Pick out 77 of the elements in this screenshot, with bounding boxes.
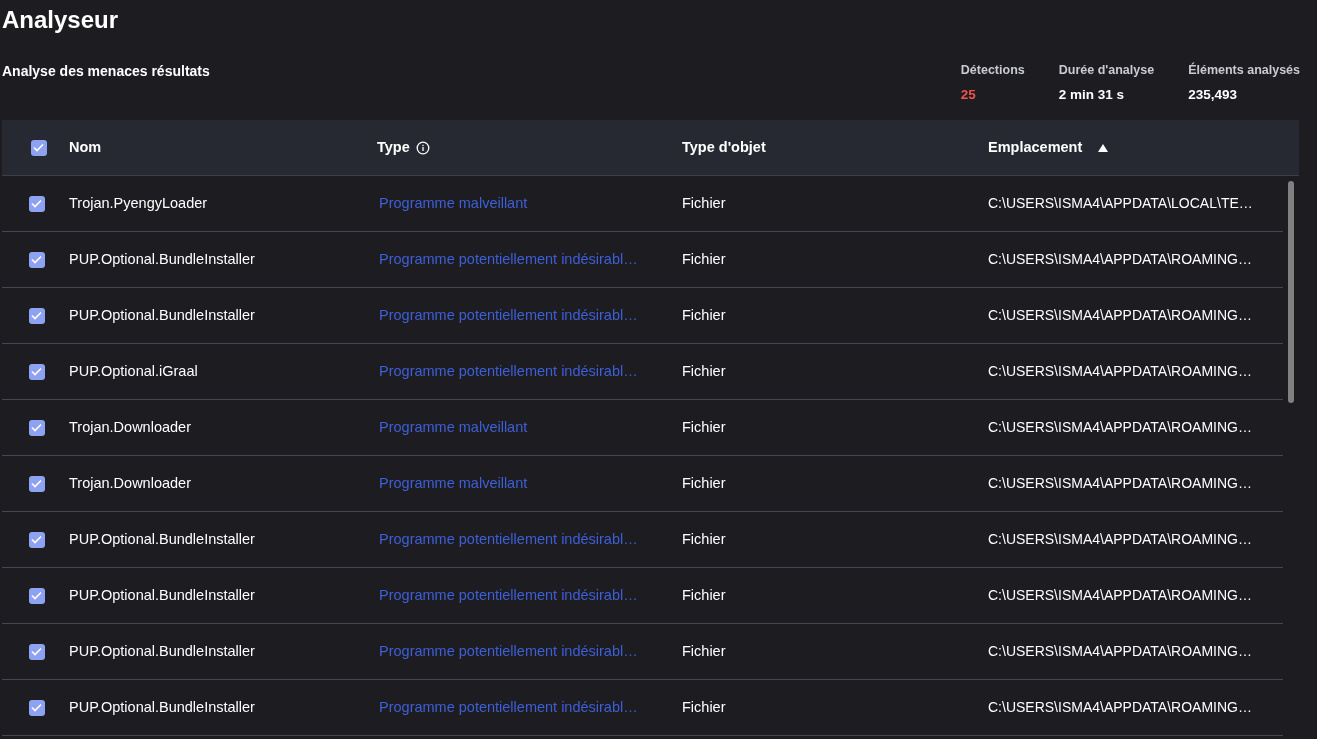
table-row[interactable]: PUP.Optional.BundleInstaller Programme potentiellement indésirabl… Fichier C:\USERS\ISMA4\APPDATA\ROAMING… — [2, 568, 1283, 624]
table-cell-text: PUP.Optional.BundleInstaller — [69, 305, 256, 325]
table-cell-text: Fichier — [682, 585, 727, 605]
checkmark-icon — [31, 591, 42, 600]
table-row[interactable]: PUP.Optional.BundleInstaller Programme potentiellement indésirabl… Fichier C:\USERS\ISMA4\APPDATA\ROAMING… — [2, 288, 1283, 344]
checkbox[interactable] — [28, 531, 45, 548]
checkmark-icon — [31, 703, 42, 712]
table-cell-text: PUP.Optional.BundleInstaller — [69, 249, 256, 269]
table-cell-text: PUP.Optional.BundleInstaller — [69, 641, 256, 661]
table-cell-text: Fichier — [682, 697, 727, 717]
table-cell-text: Fichier — [682, 193, 727, 213]
column-header[interactable]: Nom — [69, 136, 102, 159]
info-icon[interactable] — [415, 140, 430, 155]
page-title: Analyseur — [1, 5, 120, 35]
table-cell-text: Fichier — [682, 305, 727, 325]
stat-value: 25 — [960, 85, 977, 104]
stat-label: Détections — [960, 62, 1025, 79]
table-row[interactable]: PUP.Optional.BundleInstaller Programme potentiellement indésirabl… Fichier C:\USERS\ISMA4\APPDATA\ROAMING… — [2, 232, 1283, 288]
table-cell-text: C:\USERS\ISMA4\APPDATA\ROAMING… — [988, 418, 1253, 437]
checkmark-icon — [31, 535, 42, 544]
table-cell-text: Trojan.Downloader — [69, 473, 192, 493]
checkbox[interactable] — [28, 251, 45, 268]
checkbox[interactable] — [28, 699, 45, 716]
stat-value: 2 min 31 s — [1058, 85, 1126, 104]
table-cell-text: Fichier — [682, 361, 727, 381]
table-cell-text: Fichier — [682, 641, 727, 661]
table-cell-text: PUP.Optional.iGraal — [69, 361, 199, 381]
table-cell-text: C:\USERS\ISMA4\APPDATA\ROAMING… — [988, 586, 1253, 605]
stat-value: 235,493 — [1188, 85, 1238, 104]
sort-ascending-icon[interactable] — [1098, 143, 1109, 152]
table-row[interactable]: Trojan.Downloader Programme malveillant Fichier C:\USERS\ISMA4\APPDATA\ROAMING… — [2, 400, 1283, 456]
table-cell-text: C:\USERS\ISMA4\APPDATA\ROAMING… — [988, 474, 1253, 493]
table-cell-text: Trojan.Downloader — [69, 417, 192, 437]
table-cell-text: Fichier — [682, 417, 727, 437]
table-cell-text: C:\USERS\ISMA4\APPDATA\ROAMING… — [988, 250, 1253, 269]
table-cell-text: Fichier — [682, 473, 727, 493]
checkbox[interactable] — [30, 139, 47, 156]
table-row[interactable]: PUP.Optional.BundleInstaller Programme potentiellement indésirabl… Fichier C:\USERS\ISMA4\APPDATA\ROAMING… — [2, 680, 1283, 736]
table-row[interactable]: PUP.Optional.iGraal Programme potentiellement indésirabl… Fichier C:\USERS\ISMA4\APPDATA\ROAMING… — [2, 344, 1283, 400]
checkbox[interactable] — [28, 195, 45, 212]
table-cell-text: Fichier — [682, 529, 727, 549]
section-title: Analyse des menaces résultats — [1, 62, 210, 81]
stat-label: Durée d'analyse — [1058, 62, 1155, 79]
table-cell-text: C:\USERS\ISMA4\APPDATA\LOCAL\TE… — [988, 194, 1254, 213]
table-cell-text: C:\USERS\ISMA4\APPDATA\ROAMING… — [988, 306, 1253, 325]
table-row[interactable]: PUP.Optional.BundleInstaller Programme potentiellement indésirabl… Fichier C:\USERS\ISMA4\APPDATA\ROAMING… — [2, 512, 1283, 568]
checkmark-icon — [31, 311, 42, 320]
checkbox[interactable] — [28, 363, 45, 380]
checkbox[interactable] — [28, 419, 45, 436]
table-cell-text: C:\USERS\ISMA4\APPDATA\ROAMING… — [988, 530, 1253, 549]
checkmark-icon — [31, 479, 42, 488]
stat-label: Éléments analysés — [1188, 61, 1300, 79]
table-row[interactable]: PUP.Optional.BundleInstaller Programme potentiellement indésirabl… Fichier C:\USERS\ISMA4\APPDATA\ROAMING… — [2, 624, 1283, 680]
checkmark-icon — [31, 367, 42, 376]
table-cell-text: Fichier — [682, 249, 727, 269]
table-cell-text: Trojan.PyengyLoader — [69, 193, 209, 213]
checkbox[interactable] — [28, 643, 45, 660]
scrollbar-thumb[interactable] — [1288, 181, 1294, 403]
column-header[interactable]: Emplacement — [988, 136, 1109, 159]
checkmark-icon — [31, 423, 42, 432]
table-cell-text: C:\USERS\ISMA4\APPDATA\ROAMING… — [988, 362, 1253, 381]
checkbox[interactable] — [28, 587, 45, 604]
checkmark-icon — [31, 647, 42, 656]
table-cell-text: C:\USERS\ISMA4\APPDATA\ROAMING… — [988, 698, 1253, 717]
checkmark-icon — [31, 199, 42, 208]
checkbox[interactable] — [28, 307, 45, 324]
table-row[interactable]: Trojan.Downloader Programme malveillant Fichier C:\USERS\ISMA4\APPDATA\ROAMING… — [2, 456, 1283, 512]
table-cell-text: C:\USERS\ISMA4\APPDATA\ROAMING… — [988, 642, 1253, 661]
table-cell-text: PUP.Optional.BundleInstaller — [69, 529, 256, 549]
column-header[interactable]: Type d'objet — [682, 136, 766, 159]
checkmark-icon — [33, 143, 44, 152]
column-header[interactable]: Type — [377, 136, 430, 159]
table-cell-text: PUP.Optional.BundleInstaller — [69, 697, 256, 717]
checkmark-icon — [31, 255, 42, 264]
checkbox[interactable] — [28, 475, 45, 492]
table-cell-text: PUP.Optional.BundleInstaller — [69, 585, 256, 605]
table-row[interactable]: Trojan.PyengyLoader Programme malveillant Fichier C:\USERS\ISMA4\APPDATA\LOCAL\TE… — [2, 176, 1283, 232]
